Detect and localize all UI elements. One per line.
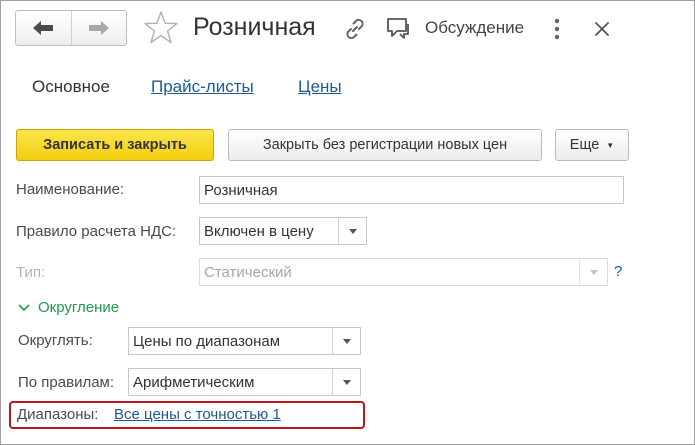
chevron-down-icon [342,379,351,385]
vat-rule-select[interactable]: Включен в цену [199,217,367,245]
chevron-down-icon [18,303,30,311]
discussion-button[interactable]: Обсуждение [425,18,524,38]
more-icon[interactable] [551,17,563,41]
forward-button[interactable] [70,11,126,45]
round-select[interactable]: Цены по диапазонам [128,327,361,355]
dropdown-button[interactable] [332,369,360,395]
chevron-down-icon [342,338,351,344]
more-button[interactable]: Еще ▼ [555,129,629,161]
round-label: Округлять: [18,332,93,349]
dropdown-button [579,259,607,285]
more-button-label: Еще [569,137,600,153]
type-label: Тип: [16,264,46,281]
back-button[interactable] [16,11,71,45]
chevron-down-icon [348,228,357,234]
round-value: Цены по диапазонам [133,332,281,350]
ranges-label: Диапазоны: [17,406,99,423]
dropdown-button[interactable] [338,218,366,244]
type-select: Статический [199,258,608,286]
close-without-registration-button[interactable]: Закрыть без регистрации новых цен [228,129,542,161]
rules-select[interactable]: Арифметическим [128,368,361,396]
close-icon[interactable] [592,19,612,39]
name-label: Наименование: [16,181,125,198]
rounding-group-header[interactable]: Округление [18,299,119,316]
tab-price-lists[interactable]: Прайс-листы [151,77,254,97]
type-value: Статический [204,263,292,281]
navigation-buttons [15,10,127,46]
tab-main[interactable]: Основное [32,77,110,97]
star-icon[interactable] [143,10,179,46]
vat-rule-label: Правило расчета НДС: [16,223,177,240]
vat-rule-value: Включен в цену [204,222,314,240]
tab-prices[interactable]: Цены [298,77,342,97]
chevron-down-icon [589,269,598,275]
name-value: Розничная [204,181,278,199]
rules-value: Арифметическим [133,373,255,391]
page-title: Розничная [193,13,316,41]
back-arrow-icon [33,21,54,35]
dropdown-button[interactable] [332,328,360,354]
name-field[interactable]: Розничная [199,176,624,204]
rounding-group-title: Округление [38,299,120,316]
forward-arrow-icon [88,21,109,35]
form-window: Розничная Обсуждение Основное Прайс-лист… [0,0,695,445]
ranges-link[interactable]: Все цены с точностью 1 [114,406,281,423]
discussion-icon[interactable] [385,16,411,42]
save-and-close-button[interactable]: Записать и закрыть [16,129,214,161]
help-link[interactable]: ? [614,263,622,280]
chevron-down-icon: ▼ [606,140,615,150]
rules-label: По правилам: [18,374,115,391]
link-icon[interactable] [342,16,368,42]
